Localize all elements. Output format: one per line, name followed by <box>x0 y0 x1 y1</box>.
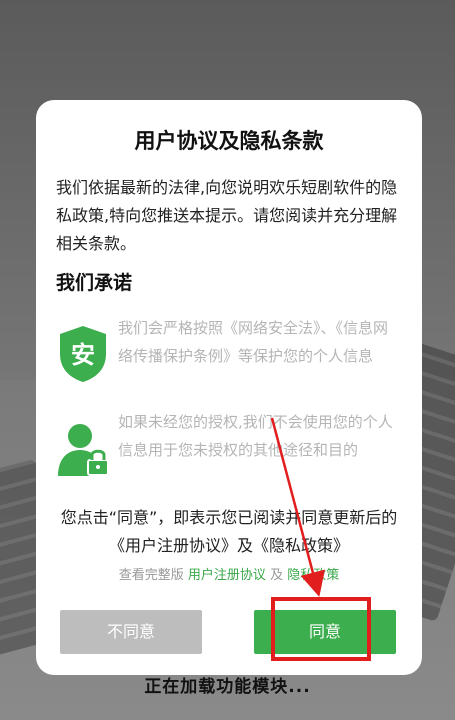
commitment-text-authorization: 如果未经您的授权,我们不会使用您的个人信息用于您未授权的其他途径和目的 <box>118 413 393 459</box>
user-lock-icon <box>58 424 109 476</box>
links-and: 及 <box>270 568 284 583</box>
dialog-title: 用户协议及隐私条款 <box>134 129 324 153</box>
shield-icon-text: 安 <box>71 341 95 369</box>
links-prefix: 查看完整版 <box>118 568 184 583</box>
agreement-links: 查看完整版 用户注册协议 及 隐私政策 <box>36 564 422 583</box>
loading-text: 正在加载功能模块... <box>144 677 311 697</box>
privacy-policy-link[interactable]: 隐私政策 <box>287 568 339 583</box>
privacy-dialog: 用户协议及隐私条款 我们依据最新的法律,向您说明欢乐短剧软件的隐私政策,特向您推… <box>36 100 422 675</box>
commitment-item-authorization: 如果未经您的授权,我们不会使用您的个人信息用于您未授权的其他途径和目的 <box>56 408 402 498</box>
commitment-text-security: 我们会严格按照《网络安全法》、《信息网络传播保护条例》等保护您的个人信息 <box>118 319 389 365</box>
shield-icon: 安 <box>60 326 106 382</box>
annotation-highlight-box <box>271 597 371 661</box>
consent-text: 您点击“同意”，即表示您已阅读并同意更新后的《用户注册协议》及《隐私政策》 <box>60 508 398 555</box>
user-agreement-link[interactable]: 用户注册协议 <box>188 568 266 583</box>
disagree-button[interactable]: 不同意 <box>60 610 202 654</box>
commitment-item-security: 安 我们会严格按照《网络安全法》、《信息网络传播保护条例》等保护您的个人信息 <box>56 314 402 404</box>
commitment-heading: 我们承诺 <box>56 272 133 294</box>
dialog-intro: 我们依据最新的法律,向您说明欢乐短剧软件的隐私政策,特向您推送本提示。请您阅读并… <box>56 178 398 253</box>
